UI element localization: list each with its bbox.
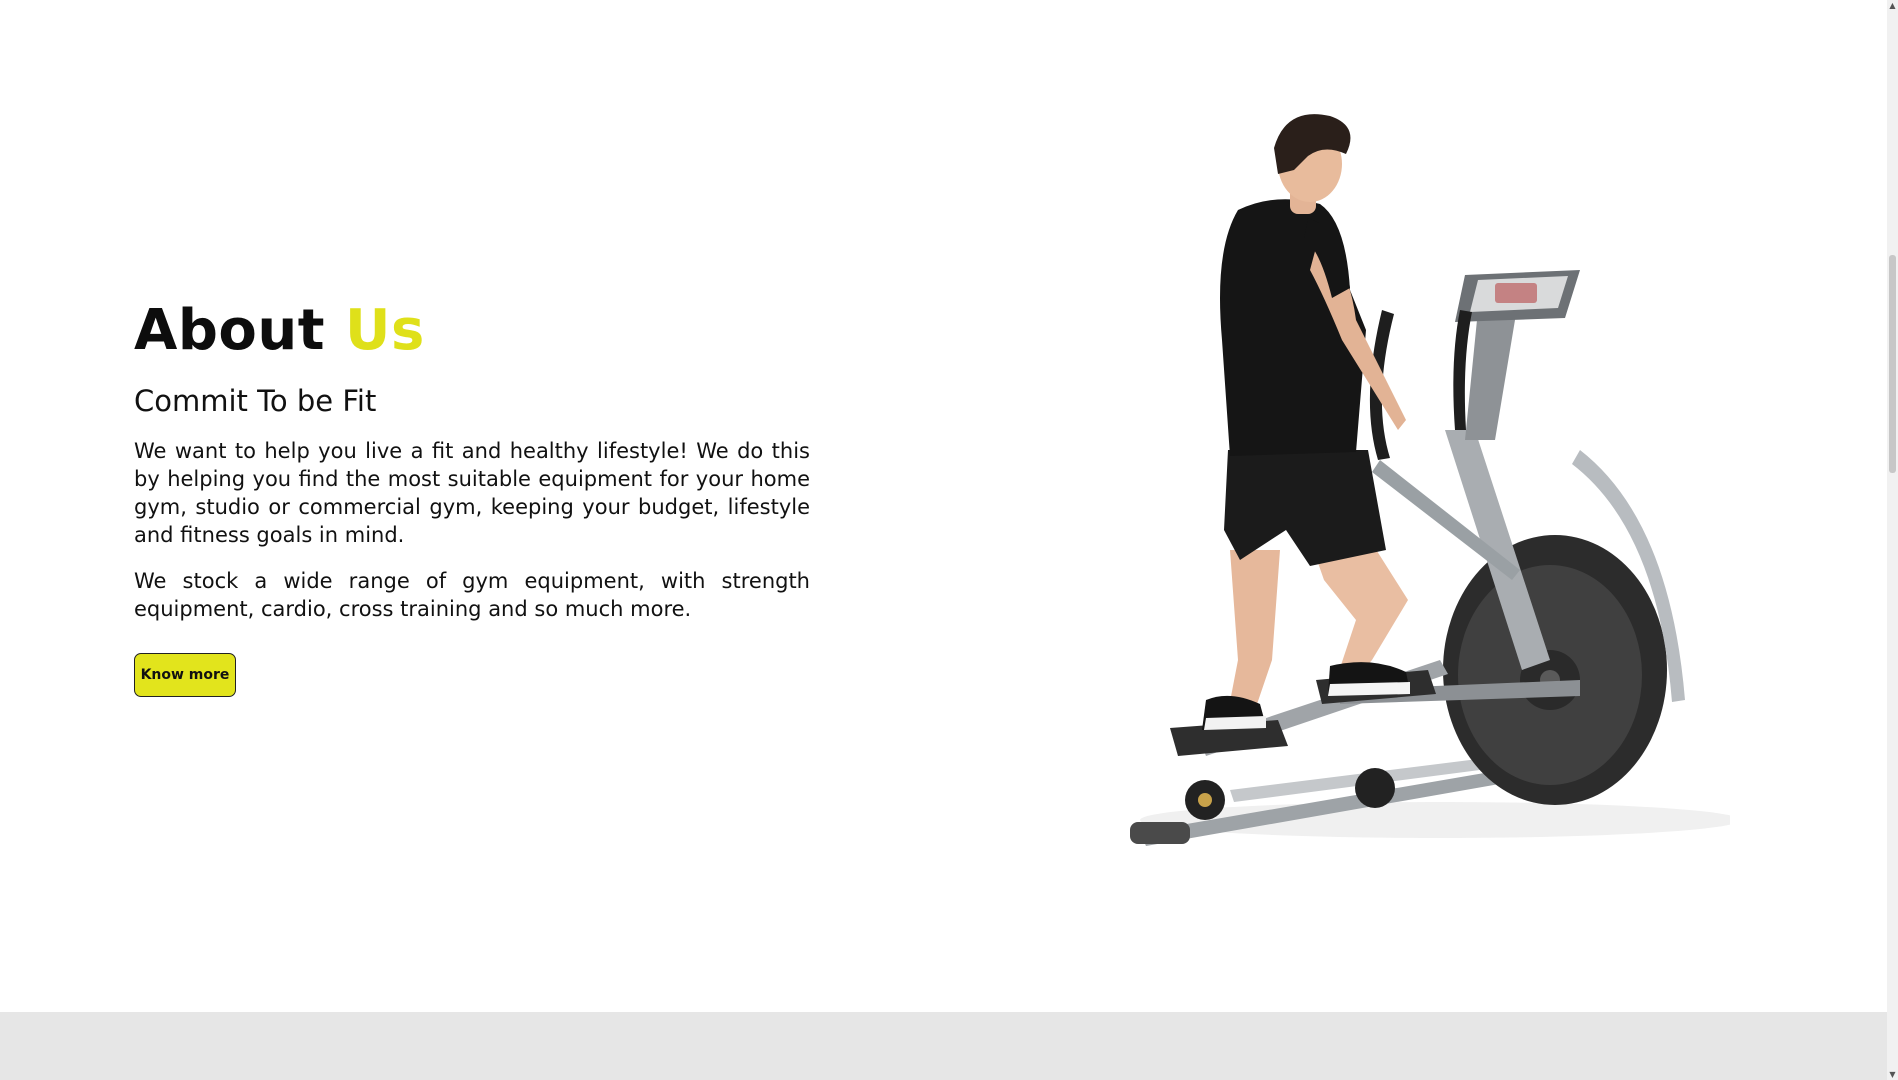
about-subtitle: Commit To be Fit	[134, 384, 377, 418]
footer-band	[0, 1012, 1887, 1080]
elliptical-trainer-image	[1110, 100, 1740, 870]
about-title: About Us	[134, 295, 810, 367]
about-paragraph-2: We stock a wide range of gym equipment, …	[134, 569, 810, 621]
about-paragraph-1: We want to help you live a fit and healt…	[134, 439, 810, 547]
know-more-button[interactable]: Know more	[134, 653, 236, 697]
about-section: About Us Commit To be Fit We want to hel…	[0, 0, 1887, 1012]
chevron-up-icon[interactable]: ▲	[1888, 1, 1897, 10]
about-title-accent: Us	[345, 298, 425, 363]
about-title-main: About	[134, 298, 326, 363]
about-text-column: About Us Commit To be Fit We want to hel…	[134, 295, 810, 697]
page: About Us Commit To be Fit We want to hel…	[0, 0, 1887, 1080]
scrollbar-thumb[interactable]	[1889, 255, 1896, 473]
page-scrollbar[interactable]: ▲ ▼	[1887, 0, 1898, 1080]
chevron-down-icon[interactable]: ▼	[1888, 1070, 1897, 1079]
